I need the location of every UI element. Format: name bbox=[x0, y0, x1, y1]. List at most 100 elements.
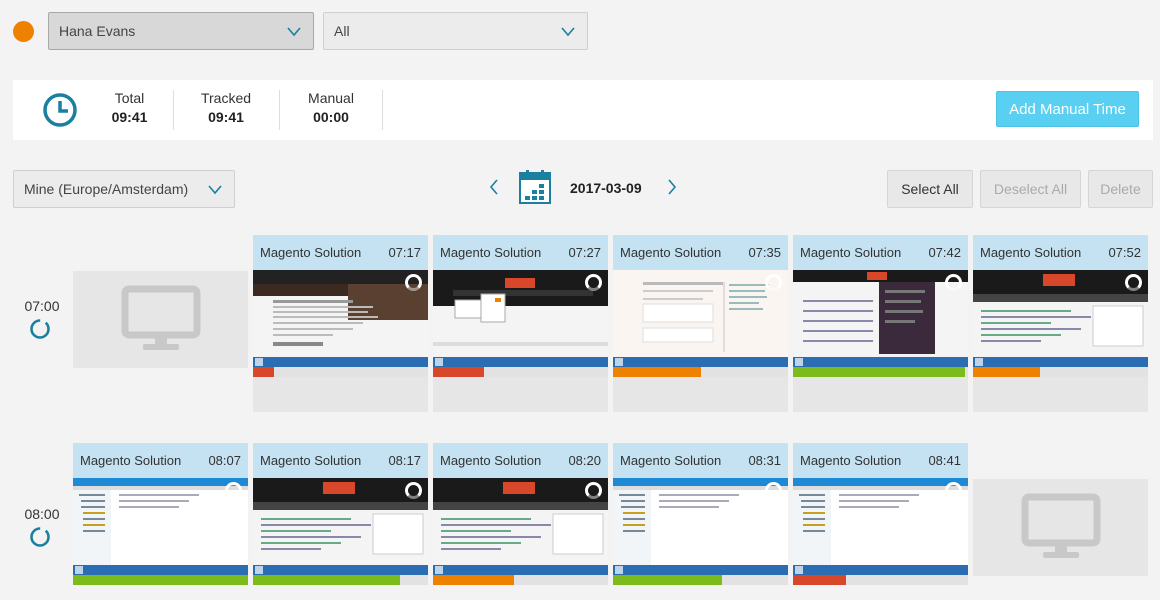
screenshot-thumbnail[interactable] bbox=[793, 270, 968, 367]
activity-fill bbox=[433, 367, 484, 377]
screenshot-thumbnail[interactable] bbox=[613, 270, 788, 367]
progress-ring-icon bbox=[30, 319, 50, 339]
select-ring-icon[interactable] bbox=[585, 482, 602, 499]
deselect-all-button[interactable]: Deselect All bbox=[980, 170, 1081, 208]
activity-fill bbox=[793, 575, 846, 585]
card-footer bbox=[793, 377, 968, 412]
project-name: Magento Solution bbox=[620, 453, 722, 468]
screenshot-image bbox=[613, 478, 788, 575]
activity-bar bbox=[433, 575, 608, 585]
screenshot-image bbox=[433, 478, 608, 575]
divider bbox=[173, 90, 174, 130]
filter-select[interactable]: All bbox=[323, 12, 588, 50]
screenshot-time: 08:17 bbox=[388, 453, 421, 468]
screenshot-thumbnail[interactable] bbox=[253, 270, 428, 367]
total-stat: Total 09:41 bbox=[97, 90, 162, 130]
screenshot-time: 08:20 bbox=[568, 453, 601, 468]
activity-bar bbox=[793, 367, 968, 377]
card-header: Magento Solution 07:35 bbox=[613, 235, 788, 270]
manual-stat: Manual 00:00 bbox=[298, 90, 364, 130]
select-ring-icon[interactable] bbox=[945, 274, 962, 291]
activity-fill bbox=[253, 575, 400, 585]
select-all-button[interactable]: Select All bbox=[887, 170, 973, 208]
card-footer bbox=[973, 377, 1148, 412]
screenshot-thumbnail[interactable] bbox=[793, 478, 968, 575]
select-ring-icon[interactable] bbox=[945, 482, 962, 499]
empty-slot bbox=[973, 479, 1148, 576]
screenshot-card[interactable]: Magento Solution 08:17 bbox=[253, 443, 428, 585]
timezone-select[interactable]: Mine (Europe/Amsterdam) bbox=[13, 170, 235, 208]
screenshot-card[interactable]: Magento Solution 07:27 bbox=[433, 235, 608, 412]
timezone-select-value: Mine (Europe/Amsterdam) bbox=[24, 181, 189, 197]
card-header: Magento Solution 07:42 bbox=[793, 235, 968, 270]
total-value: 09:41 bbox=[111, 109, 148, 125]
screenshot-time: 08:31 bbox=[748, 453, 781, 468]
manual-value: 00:00 bbox=[313, 109, 349, 125]
current-date: 2017-03-09 bbox=[570, 180, 642, 196]
screenshot-card[interactable]: Magento Solution 07:35 bbox=[613, 235, 788, 412]
screenshot-card[interactable]: Magento Solution 08:41 bbox=[793, 443, 968, 585]
screenshot-thumbnail[interactable] bbox=[973, 270, 1148, 367]
activity-fill bbox=[253, 367, 274, 377]
chevron-right-icon[interactable] bbox=[665, 177, 679, 197]
select-ring-icon[interactable] bbox=[585, 274, 602, 291]
select-ring-icon[interactable] bbox=[1125, 274, 1142, 291]
screenshot-thumbnail[interactable] bbox=[433, 270, 608, 367]
calendar-icon[interactable] bbox=[519, 170, 551, 204]
screenshot-card[interactable]: Magento Solution 08:31 bbox=[613, 443, 788, 585]
monitor-icon bbox=[1021, 493, 1100, 558]
activity-fill bbox=[973, 367, 1040, 377]
card-header: Magento Solution 08:17 bbox=[253, 443, 428, 478]
card-header: Magento Solution 08:20 bbox=[433, 443, 608, 478]
empty-slot bbox=[73, 271, 248, 368]
chevron-down-icon bbox=[208, 185, 222, 195]
select-ring-icon[interactable] bbox=[225, 482, 242, 499]
project-name: Magento Solution bbox=[620, 245, 722, 260]
card-header: Magento Solution 08:31 bbox=[613, 443, 788, 478]
screenshot-card[interactable]: Magento Solution 08:20 bbox=[433, 443, 608, 585]
tracked-stat: Tracked 09:41 bbox=[193, 90, 259, 130]
screenshot-card[interactable]: Magento Solution 07:52 bbox=[973, 235, 1148, 412]
card-header: Magento Solution 07:17 bbox=[253, 235, 428, 270]
activity-fill bbox=[73, 575, 248, 585]
screenshot-time: 08:07 bbox=[208, 453, 241, 468]
screenshot-thumbnail[interactable] bbox=[253, 478, 428, 575]
chevron-down-icon bbox=[561, 27, 575, 37]
card-footer bbox=[433, 377, 608, 412]
delete-button[interactable]: Delete bbox=[1088, 170, 1153, 208]
activity-bar bbox=[973, 367, 1148, 377]
screenshot-thumbnail[interactable] bbox=[73, 478, 248, 575]
project-name: Magento Solution bbox=[980, 245, 1082, 260]
monitor-icon bbox=[121, 285, 200, 350]
card-footer bbox=[253, 377, 428, 412]
progress-ring-icon bbox=[30, 527, 50, 547]
select-ring-icon[interactable] bbox=[765, 274, 782, 291]
screenshot-thumbnail[interactable] bbox=[613, 478, 788, 575]
chevron-left-icon[interactable] bbox=[487, 177, 501, 197]
status-indicator-dot bbox=[13, 21, 34, 42]
screenshot-time: 07:52 bbox=[1108, 245, 1141, 260]
screenshot-image bbox=[613, 270, 788, 367]
screenshot-time: 07:42 bbox=[928, 245, 961, 260]
add-manual-time-button[interactable]: Add Manual Time bbox=[996, 91, 1139, 127]
select-ring-icon[interactable] bbox=[405, 482, 422, 499]
screenshot-card[interactable]: Magento Solution 08:07 bbox=[73, 443, 248, 585]
screenshot-time: 07:35 bbox=[748, 245, 781, 260]
project-name: Magento Solution bbox=[800, 453, 902, 468]
user-select-value: Hana Evans bbox=[59, 23, 136, 39]
select-ring-icon[interactable] bbox=[405, 274, 422, 291]
card-footer bbox=[613, 377, 788, 412]
screenshot-thumbnail[interactable] bbox=[433, 478, 608, 575]
project-name: Magento Solution bbox=[260, 453, 362, 468]
screenshot-image bbox=[253, 270, 428, 367]
tracked-value: 09:41 bbox=[208, 109, 244, 125]
user-select[interactable]: Hana Evans bbox=[48, 12, 314, 50]
time-summary-panel: Total 09:41 Tracked 09:41 Manual 00:00 A… bbox=[13, 80, 1153, 140]
screenshot-card[interactable]: Magento Solution 07:42 bbox=[793, 235, 968, 412]
screenshot-image bbox=[793, 270, 968, 367]
hour-label: 08:00 bbox=[24, 506, 60, 522]
select-ring-icon[interactable] bbox=[765, 482, 782, 499]
screenshot-card[interactable]: Magento Solution 07:17 bbox=[253, 235, 428, 412]
project-name: Magento Solution bbox=[260, 245, 362, 260]
total-label: Total bbox=[114, 90, 145, 106]
